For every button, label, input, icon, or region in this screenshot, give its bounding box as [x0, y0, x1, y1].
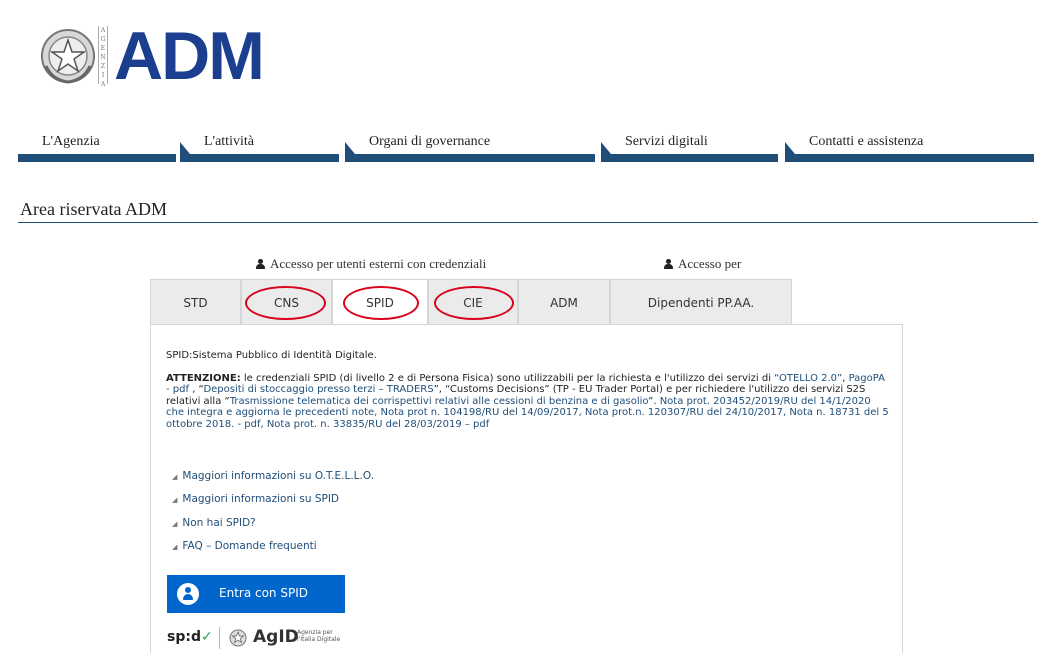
link-trasmissione[interactable]: Trasmissione telematica dei corrispettiv… — [230, 396, 648, 407]
user-icon — [256, 259, 265, 269]
agid-subtitle: Agenzia per l'Italia Digitale — [297, 629, 341, 643]
triangle-icon: ◢ — [172, 473, 178, 481]
link-spid-info[interactable]: ◢ Maggiori informazioni su SPID — [172, 493, 374, 516]
title-divider — [18, 222, 1038, 223]
spid-description: SPID:Sistema Pubblico di Identità Digita… — [166, 350, 891, 430]
nav-item-governance[interactable]: Organi di governance — [345, 132, 595, 162]
republic-emblem-icon — [41, 29, 95, 84]
link-no-spid[interactable]: ◢ Non hai SPID? — [172, 517, 374, 540]
highlight-circle-cie — [434, 286, 514, 320]
nav-item-agenzia[interactable]: L'Agenzia — [18, 132, 176, 162]
agid-logo: AgID — [253, 627, 299, 647]
triangle-icon: ◢ — [172, 519, 178, 528]
access-other-label: Accesso per — [664, 256, 741, 272]
info-links: ◢ Maggiori informazioni su O.T.E.L.L.O. ◢… — [172, 470, 374, 563]
link-otello-info[interactable]: ◢ Maggiori informazioni su O.T.E.L.L.O. — [172, 470, 374, 493]
nav-item-attivita[interactable]: L'attività — [180, 132, 339, 162]
page-title: Area riservata ADM — [20, 199, 167, 219]
nav-item-contatti[interactable]: Contatti e assistenza — [785, 132, 1034, 162]
tab-adm[interactable]: ADM — [518, 279, 610, 325]
spid-logo: sp:d✓ — [167, 629, 213, 645]
footer-logos: sp:d✓ AgID Agenzia per l'Italia Digitale — [167, 625, 367, 651]
adm-logo[interactable]: A G E N Z I A ADM — [38, 18, 288, 94]
spid-login-button[interactable]: Entra con SPID — [167, 575, 345, 613]
user-circle-icon — [177, 583, 199, 605]
triangle-icon: ◢ — [172, 542, 178, 551]
attention-paragraph: ATTENZIONE: le credenziali SPID (di live… — [166, 372, 889, 430]
tab-std[interactable]: STD — [150, 279, 241, 325]
agenzia-vertical-label: A G E N Z I A — [98, 26, 108, 88]
access-external-label: Accesso per utenti esterni con credenzia… — [256, 256, 486, 272]
tab-dipendenti[interactable]: Dipendenti PP.AA. — [610, 279, 792, 325]
link-depositi[interactable]: Depositi di stoccaggio presso terzi – TR… — [203, 384, 433, 395]
agid-emblem-icon — [229, 629, 247, 647]
user-icon — [664, 259, 673, 269]
logo-divider — [219, 627, 220, 649]
brand-name: ADM — [114, 18, 265, 94]
link-otello[interactable]: “OTELLO 2.0” — [774, 373, 842, 384]
highlight-circle-spid — [343, 286, 419, 320]
spid-intro: SPID:Sistema Pubblico di Identità Digita… — [166, 350, 377, 361]
nav-item-servizi-digitali[interactable]: Servizi digitali — [601, 132, 778, 162]
link-faq[interactable]: ◢ FAQ – Domande frequenti — [172, 540, 374, 563]
highlight-circle-cns — [245, 286, 326, 320]
triangle-icon: ◢ — [172, 496, 178, 505]
